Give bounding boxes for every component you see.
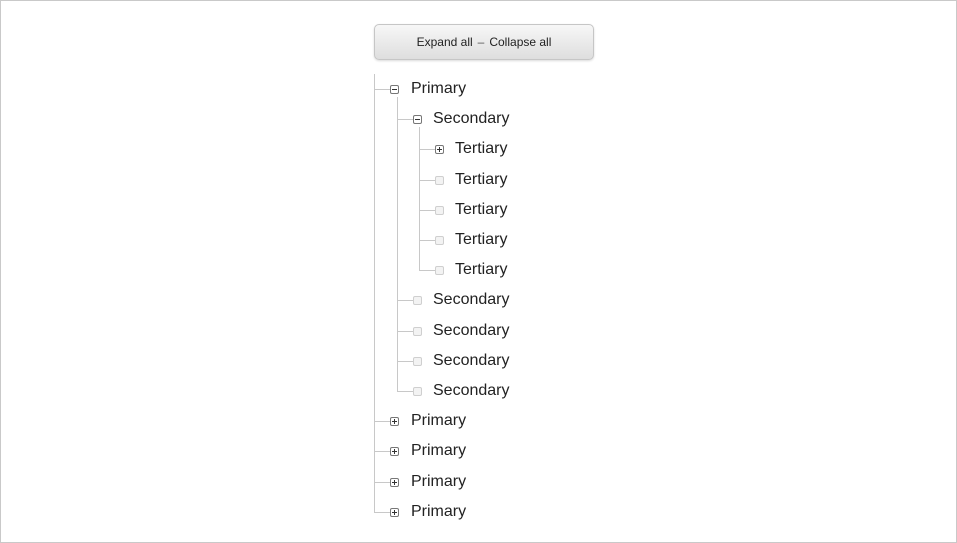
tree-guide-horizontal bbox=[419, 149, 435, 151]
leaf-node-icon bbox=[435, 266, 444, 276]
tree-guide-horizontal bbox=[374, 421, 390, 423]
tree-node-label-tertiary[interactable]: Tertiary bbox=[455, 170, 507, 190]
tree-guide-horizontal bbox=[374, 451, 390, 453]
tree-node-label-primary[interactable]: Primary bbox=[411, 79, 466, 99]
tree-view: Primary Secondary Tertiary Tertiary Tertiary… bbox=[0, 0, 957, 543]
tree-node-label-primary[interactable]: Primary bbox=[411, 502, 466, 522]
tree-guide-horizontal bbox=[374, 511, 390, 513]
tree-guide-horizontal bbox=[419, 179, 435, 181]
tree-guide-vertical bbox=[397, 97, 398, 391]
tree-node-label-secondary[interactable]: Secondary bbox=[433, 109, 510, 129]
tree-guide-vertical bbox=[374, 74, 375, 512]
leaf-node-icon bbox=[413, 387, 422, 396]
leaf-node-icon bbox=[413, 356, 422, 366]
collapse-toggle-icon[interactable] bbox=[413, 115, 422, 125]
tree-guide-horizontal bbox=[374, 481, 390, 483]
tree-guide-horizontal bbox=[397, 300, 413, 302]
tree-node-label-secondary[interactable]: Secondary bbox=[433, 381, 510, 401]
tree-node-label-tertiary[interactable]: Tertiary bbox=[455, 200, 507, 220]
expand-toggle-icon[interactable] bbox=[390, 417, 399, 427]
tree-guide-horizontal bbox=[374, 89, 390, 90]
tree-node-label-secondary[interactable]: Secondary bbox=[433, 351, 510, 371]
collapse-toggle-icon[interactable] bbox=[390, 85, 399, 94]
expand-toggle-icon[interactable] bbox=[435, 145, 444, 155]
leaf-node-icon bbox=[435, 205, 444, 215]
expand-toggle-icon[interactable] bbox=[390, 447, 399, 457]
leaf-node-icon bbox=[413, 296, 422, 306]
tree-node-label-secondary[interactable]: Secondary bbox=[433, 321, 510, 341]
tree-guide-horizontal bbox=[397, 119, 413, 121]
tree-guide-horizontal bbox=[397, 391, 413, 392]
tree-node-label-primary[interactable]: Primary bbox=[411, 472, 466, 492]
tree-guide-horizontal bbox=[419, 240, 435, 241]
tree-node-label-secondary[interactable]: Secondary bbox=[433, 290, 510, 310]
tree-node-label-primary[interactable]: Primary bbox=[411, 441, 466, 461]
leaf-node-icon bbox=[435, 175, 444, 185]
tree-guide-horizontal bbox=[397, 330, 413, 332]
tree-node-label-tertiary[interactable]: Tertiary bbox=[455, 230, 507, 250]
tree-node-label-primary[interactable]: Primary bbox=[411, 411, 466, 431]
tree-node-label-tertiary[interactable]: Tertiary bbox=[455, 260, 507, 280]
expand-toggle-icon[interactable] bbox=[390, 507, 399, 517]
leaf-node-icon bbox=[435, 236, 444, 245]
tree-guide-horizontal bbox=[397, 360, 413, 362]
tree-guide-horizontal bbox=[419, 270, 435, 272]
tree-guide-horizontal bbox=[419, 209, 435, 211]
tree-node-label-tertiary[interactable]: Tertiary bbox=[455, 139, 507, 159]
expand-toggle-icon[interactable] bbox=[390, 477, 399, 487]
leaf-node-icon bbox=[413, 326, 422, 336]
